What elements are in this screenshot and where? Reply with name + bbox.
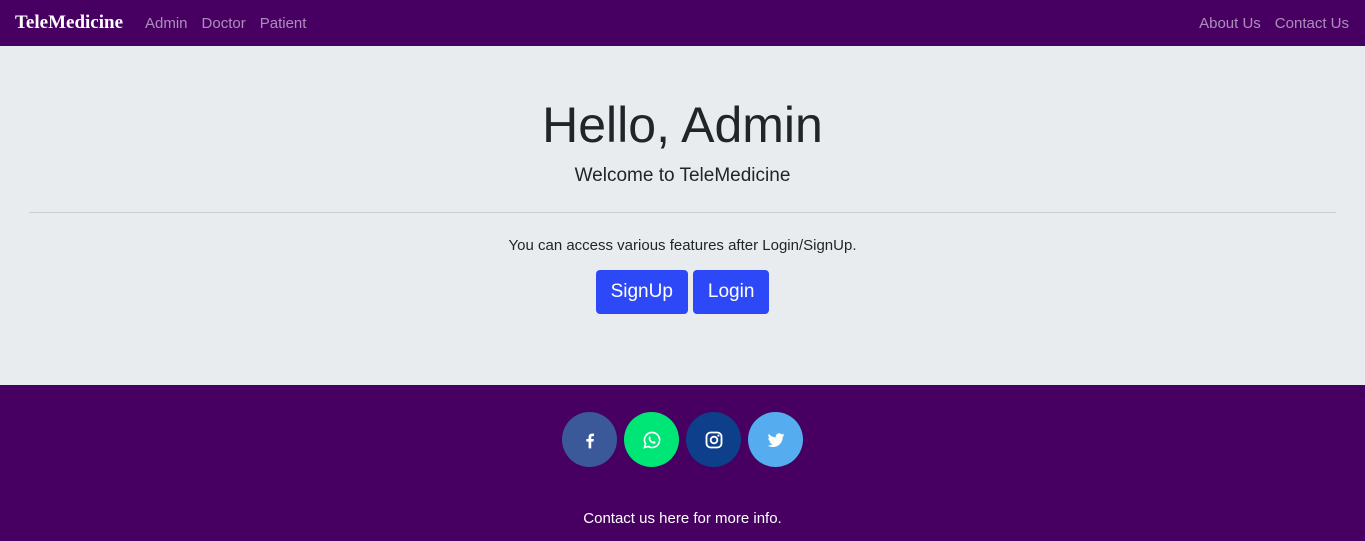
brand-link[interactable]: TeleMedicine (15, 12, 123, 34)
navbar-right: About Us Contact Us (1185, 15, 1349, 32)
whatsapp-icon (642, 431, 660, 449)
facebook-button[interactable] (562, 412, 617, 467)
hero-subtitle: Welcome to TeleMedicine (574, 165, 791, 186)
nav-link-admin[interactable]: Admin (138, 15, 195, 32)
hero-buttons: SignUp Login (0, 270, 1365, 314)
whatsapp-button[interactable] (624, 412, 679, 467)
navbar-left: TeleMedicine Admin Doctor Patient (15, 12, 313, 34)
signup-button[interactable]: SignUp (595, 270, 688, 314)
nav-link-about-us[interactable]: About Us (1185, 15, 1261, 32)
nav-link-doctor[interactable]: Doctor (195, 15, 253, 32)
navbar: TeleMedicine Admin Doctor Patient About … (0, 0, 1365, 46)
twitter-button[interactable] (748, 412, 803, 467)
footer-contact-text: Contact us here for more info. (583, 510, 782, 527)
hero-divider (29, 212, 1336, 213)
instagram-button[interactable] (686, 412, 741, 467)
instagram-icon (705, 431, 722, 448)
hero-title: Hello, Admin (542, 97, 823, 153)
login-button[interactable]: Login (692, 270, 770, 314)
nav-link-contact-us[interactable]: Contact Us (1261, 15, 1349, 32)
nav-link-patient[interactable]: Patient (253, 15, 314, 32)
hero-text: You can access various features after Lo… (508, 237, 857, 254)
hero-section: Hello, Admin Welcome to TeleMedicine You… (0, 46, 1365, 385)
footer: Contact us here for more info. (0, 385, 1365, 541)
social-links (0, 412, 1365, 467)
twitter-icon (767, 432, 784, 447)
facebook-icon (585, 433, 594, 448)
